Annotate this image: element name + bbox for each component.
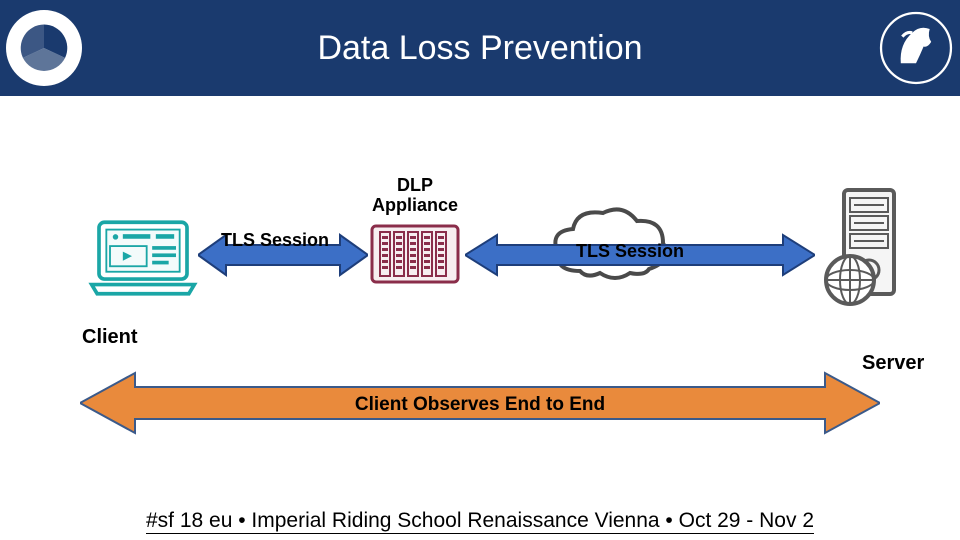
logo-right-icon (878, 10, 954, 86)
tls-session-label-right: TLS Session (500, 241, 760, 262)
dlp-appliance-label: DLP Appliance (360, 176, 470, 216)
server-globe-icon (820, 186, 910, 306)
diagram-area: TLS Session DLP Appliance (0, 96, 960, 502)
client-laptop-icon (88, 216, 198, 300)
header-bar: Data Loss Prevention (0, 0, 960, 96)
tls-session-label-left: TLS Session (210, 231, 340, 251)
footer-bar: #sf 18 eu • Imperial Riding School Renai… (0, 502, 960, 540)
page-title: Data Loss Prevention (317, 29, 642, 68)
observe-label: Client Observes End to End (320, 394, 640, 416)
client-label: Client (82, 326, 138, 349)
logo-left-icon (6, 10, 82, 86)
dlp-appliance-icon (370, 224, 460, 284)
footer-text: #sf 18 eu • Imperial Riding School Renai… (146, 509, 814, 534)
